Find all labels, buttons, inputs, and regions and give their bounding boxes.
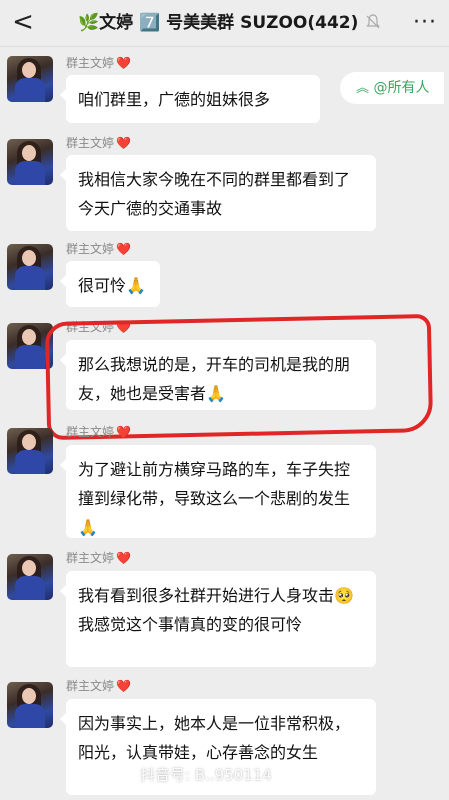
chat-header: < 🌿文婷 7️⃣ 号美美群 SUZOO(442) ···: [0, 0, 449, 47]
douyin-watermark: 抖音号: B..950114: [140, 766, 272, 784]
message-bubble[interactable]: 我有看到很多社群开始进行人身攻击🥺我感觉这个事情真的变的很可怜: [60, 571, 376, 667]
mention-label: @所有人: [373, 80, 430, 96]
red-highlight-annotation: [44, 313, 434, 441]
heart-icon: ❤️: [116, 56, 131, 70]
sender-name: 群主文婷 ❤️: [66, 425, 131, 439]
heart-icon: ❤️: [116, 242, 131, 256]
message-bubble[interactable]: 很可怜🙏: [60, 261, 160, 307]
more-options-button[interactable]: ···: [410, 8, 440, 38]
muted-bell-icon: [366, 14, 382, 32]
back-button[interactable]: <: [8, 6, 38, 38]
heart-icon: ❤️: [116, 551, 131, 565]
avatar[interactable]: [7, 56, 53, 102]
sender-name: 群主文婷 ❤️: [66, 136, 131, 150]
mention-all-chip[interactable]: ︽ @所有人: [340, 72, 444, 104]
heart-icon: ❤️: [116, 679, 131, 693]
avatar[interactable]: [7, 554, 53, 600]
heart-icon: ❤️: [116, 136, 131, 150]
avatar[interactable]: [7, 428, 53, 474]
chat-title: 🌿文婷 7️⃣ 号美美群 SUZOO(442): [78, 13, 359, 33]
message-bubble[interactable]: 咱们群里，广德的姐妹很多: [60, 75, 320, 123]
sender-name: 群主文婷 ❤️: [66, 551, 131, 565]
double-chevron-up-icon: ︽: [356, 81, 370, 96]
avatar[interactable]: [7, 682, 53, 728]
message-bubble[interactable]: 我相信大家今晚在不同的群里都看到了今天广德的交通事故: [60, 155, 376, 231]
message-bubble[interactable]: 为了避让前方横穿马路的车，车子失控撞到绿化带，导致这么一个悲剧的发生🙏: [60, 445, 376, 538]
avatar[interactable]: [7, 139, 53, 185]
avatar[interactable]: [7, 244, 53, 290]
heart-icon: ❤️: [116, 425, 131, 439]
sender-name: 群主文婷 ❤️: [66, 242, 131, 256]
sender-name: 群主文婷 ❤️: [66, 56, 131, 70]
sender-name: 群主文婷 ❤️: [66, 679, 131, 693]
